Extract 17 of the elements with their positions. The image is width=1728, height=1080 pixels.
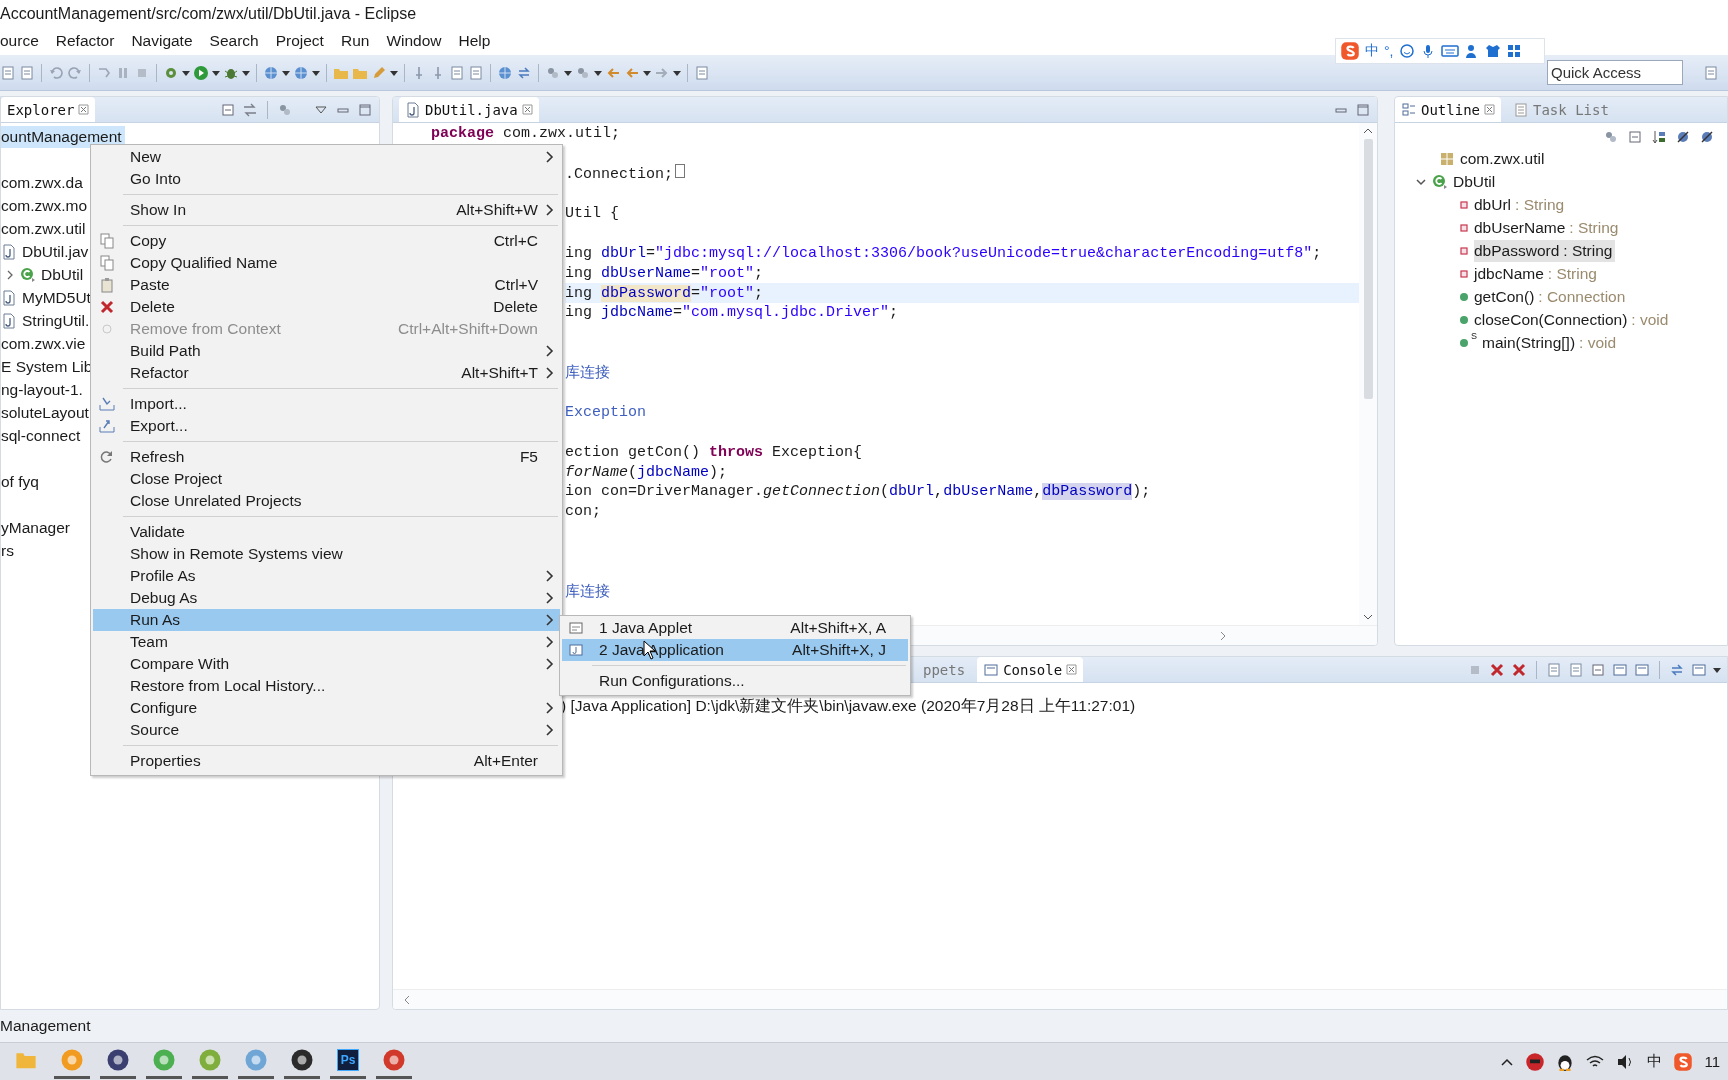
code-line: .Connection;: [565, 164, 686, 184]
window-title: AccountManagement/src/com/zwx/util/DbUtil.java - Eclipse: [0, 4, 417, 23]
static-marker: S: [1471, 331, 1477, 341]
code-line: ing jdbcName="com.mysql.jdbc.Driver";: [565, 304, 899, 322]
code-line: package com.zwx.util;: [431, 125, 621, 143]
code-line: Exception: [565, 403, 646, 421]
code-line: 库连接: [565, 363, 610, 383]
code-line: Util {: [565, 205, 619, 222]
code-line: ection getCon() throws Exception{: [565, 443, 863, 461]
code-line: 库连接: [565, 582, 610, 601]
code-line: ing dbUserName="root";: [565, 264, 764, 282]
code-line: forName(jdbcName);: [565, 463, 728, 481]
code-line: ion con=DriverManager.getConnection(dbUrl,dbUserName,dbPassword);: [565, 483, 1151, 501]
code-line: ing dbPassword="root";: [565, 284, 764, 302]
code-line: con;: [565, 503, 601, 521]
code-line: ing dbUrl="jdbc:mysql://localhost:3306/book?useUnicode=true&characterEncoding=utf8";: [565, 244, 1322, 262]
status-text: Management: [0, 1017, 91, 1035]
